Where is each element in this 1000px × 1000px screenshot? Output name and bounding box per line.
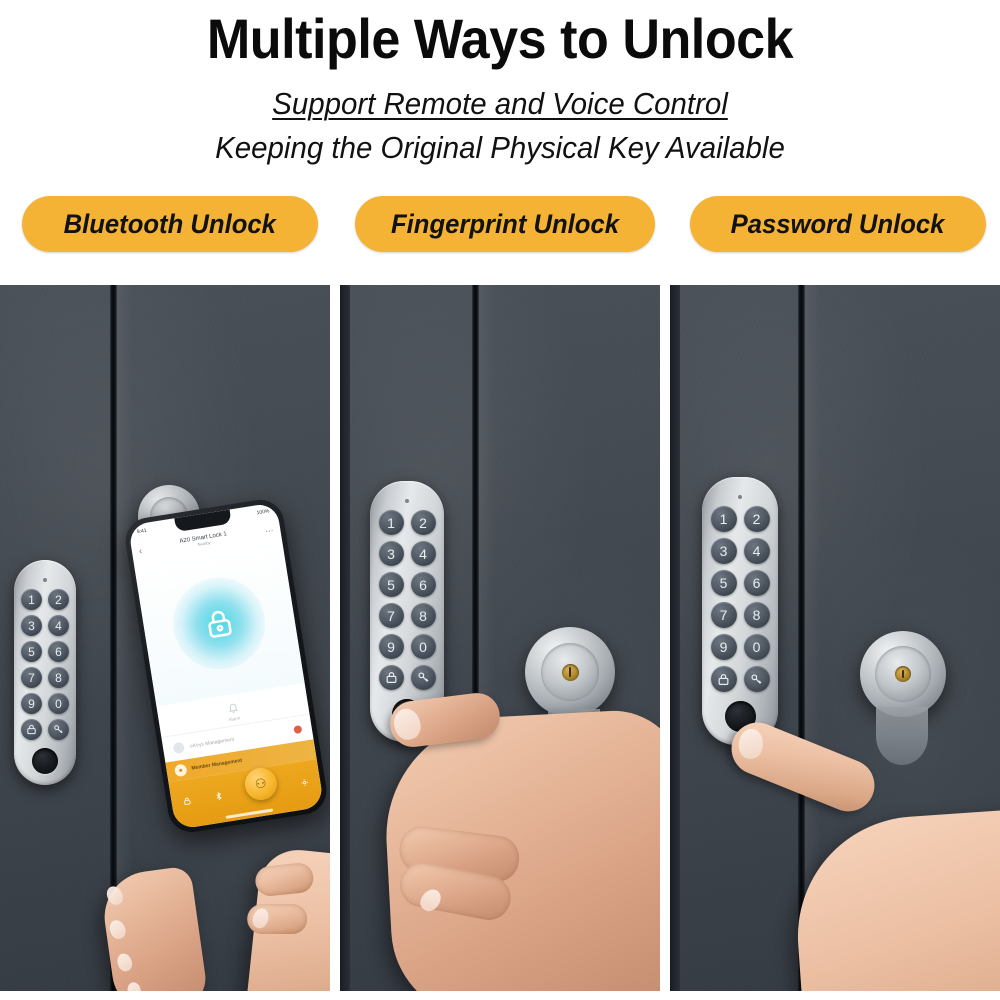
door-edge-strip	[340, 285, 350, 991]
notification-badge	[293, 724, 303, 734]
finger	[253, 861, 315, 898]
page-title: Multiple Ways to Unlock	[206, 7, 794, 70]
keypad-lock[interactable]: 1 2 3 4 5 6 7 8 9 0	[5, 560, 76, 785]
key-7[interactable]: 7	[21, 667, 42, 688]
tab-pair[interactable]	[214, 791, 224, 801]
fingerprint-sensor[interactable]	[32, 748, 58, 774]
knob-face	[875, 646, 931, 702]
door-knob[interactable]	[860, 631, 946, 717]
photo-panel-bluetooth: 1 2 3 4 5 6 7 8 9 0 9:41 100% ‹ A20 Smar…	[0, 285, 330, 991]
padlock-icon[interactable]	[710, 666, 737, 692]
avatar: ●	[173, 763, 188, 778]
fingernail	[115, 951, 135, 974]
badge-fingerprint-unlock[interactable]: Fingerprint Unlock	[355, 196, 655, 252]
key-4[interactable]: 4	[743, 538, 770, 564]
tab-more[interactable]	[299, 777, 309, 787]
knob-face	[541, 643, 599, 701]
photo-panel-fingerprint: 1 2 3 4 5 6 7 8 9 0	[340, 285, 660, 991]
key-9[interactable]: 9	[710, 634, 737, 660]
back-icon[interactable]: ‹	[138, 546, 143, 556]
key-1[interactable]: 1	[378, 510, 404, 535]
key-2[interactable]: 2	[410, 510, 436, 535]
keyhole	[895, 666, 911, 682]
key-5[interactable]: 5	[378, 572, 404, 597]
settings-icon	[300, 778, 308, 786]
door-edge-strip	[670, 285, 680, 991]
key-4[interactable]: 4	[410, 541, 436, 566]
badge-label: Fingerprint Unlock	[390, 208, 619, 239]
key-2[interactable]: 2	[743, 506, 770, 532]
keypad-grid: 1 2 3 4 5 6 7 8 9 0	[378, 510, 436, 690]
lock-hero-area[interactable]	[133, 539, 305, 707]
fingernail	[737, 727, 765, 760]
badge-label: Bluetooth Unlock	[63, 208, 277, 239]
key-8[interactable]: 8	[410, 603, 436, 628]
key-4[interactable]: 4	[48, 615, 69, 636]
hand-pressing-sensor	[380, 707, 660, 991]
key-6[interactable]: 6	[743, 570, 770, 596]
subtitle-plain: Keeping the Original Physical Key Availa…	[215, 130, 785, 165]
more-icon[interactable]: ⋯	[265, 525, 274, 535]
status-time: 9:41	[136, 527, 148, 536]
key-9[interactable]: 9	[21, 693, 42, 714]
header-block: Multiple Ways to Unlock Support Remote a…	[0, 0, 1000, 180]
fingernail	[125, 980, 143, 991]
tab-lock[interactable]	[182, 796, 192, 806]
badge-label: Password Unlock	[731, 208, 945, 239]
keypad-grid: 1 2 3 4 5 6 7 8 9 0	[21, 589, 69, 740]
key-1[interactable]: 1	[710, 506, 737, 532]
fab-key-button[interactable]: ⚇	[242, 765, 280, 803]
door-knob[interactable]	[525, 627, 615, 717]
lock-icon	[184, 797, 191, 805]
fingernail	[107, 917, 129, 942]
keypad-lock[interactable]: 1 2 3 4 5 6 7 8 9 0	[693, 477, 778, 745]
door-seam	[798, 285, 821, 991]
home-indicator	[225, 808, 274, 819]
key-3[interactable]: 3	[710, 538, 737, 564]
key-2[interactable]: 2	[48, 589, 69, 610]
padlock-icon[interactable]	[21, 719, 42, 740]
alarm-label: Alarm	[228, 715, 241, 723]
app-subtitle-text: Nearby	[197, 539, 211, 547]
key-0[interactable]: 0	[743, 634, 770, 660]
key-icon[interactable]	[410, 665, 436, 690]
key-0[interactable]: 0	[410, 634, 436, 659]
key-7[interactable]: 7	[710, 602, 737, 628]
key-1[interactable]: 1	[21, 589, 42, 610]
photo-panel-strip: 1 2 3 4 5 6 7 8 9 0 9:41 100% ‹ A20 Smar…	[0, 285, 1000, 991]
key-0[interactable]: 0	[48, 693, 69, 714]
badge-bluetooth-unlock[interactable]: Bluetooth Unlock	[22, 196, 318, 252]
photo-panel-password: 1 2 3 4 5 6 7 8 9 0	[670, 285, 1000, 991]
padlock-icon	[208, 610, 232, 638]
padlock-icon[interactable]	[378, 665, 404, 690]
key-icon	[172, 741, 186, 755]
keyhole	[561, 663, 579, 681]
key-3[interactable]: 3	[21, 615, 42, 636]
key-6[interactable]: 6	[410, 572, 436, 597]
bell-icon	[228, 703, 238, 713]
key-icon[interactable]	[743, 666, 770, 692]
key-9[interactable]: 9	[378, 634, 404, 659]
badge-row: Bluetooth Unlock Fingerprint Unlock Pass…	[0, 196, 1000, 254]
status-led-icon	[43, 578, 47, 582]
key-icon[interactable]	[48, 719, 69, 740]
key-6[interactable]: 6	[48, 641, 69, 662]
lock-glow-ring	[166, 570, 272, 676]
key-8[interactable]: 8	[743, 602, 770, 628]
key-5[interactable]: 5	[710, 570, 737, 596]
badge-password-unlock[interactable]: Password Unlock	[690, 196, 986, 252]
key-5[interactable]: 5	[21, 641, 42, 662]
keypad-grid: 1 2 3 4 5 6 7 8 9 0	[710, 506, 770, 692]
key-7[interactable]: 7	[378, 603, 404, 628]
banner-label: Member Management	[191, 757, 243, 772]
key-8[interactable]: 8	[48, 667, 69, 688]
key-3[interactable]: 3	[378, 541, 404, 566]
knob-shaft	[876, 707, 928, 765]
status-battery: 100%	[256, 508, 270, 517]
bluetooth-icon	[216, 791, 222, 801]
status-led-icon	[738, 495, 742, 499]
subtitle-underlined: Support Remote and Voice Control	[272, 86, 728, 121]
thumbnail	[390, 705, 424, 743]
status-led-icon	[405, 499, 409, 503]
